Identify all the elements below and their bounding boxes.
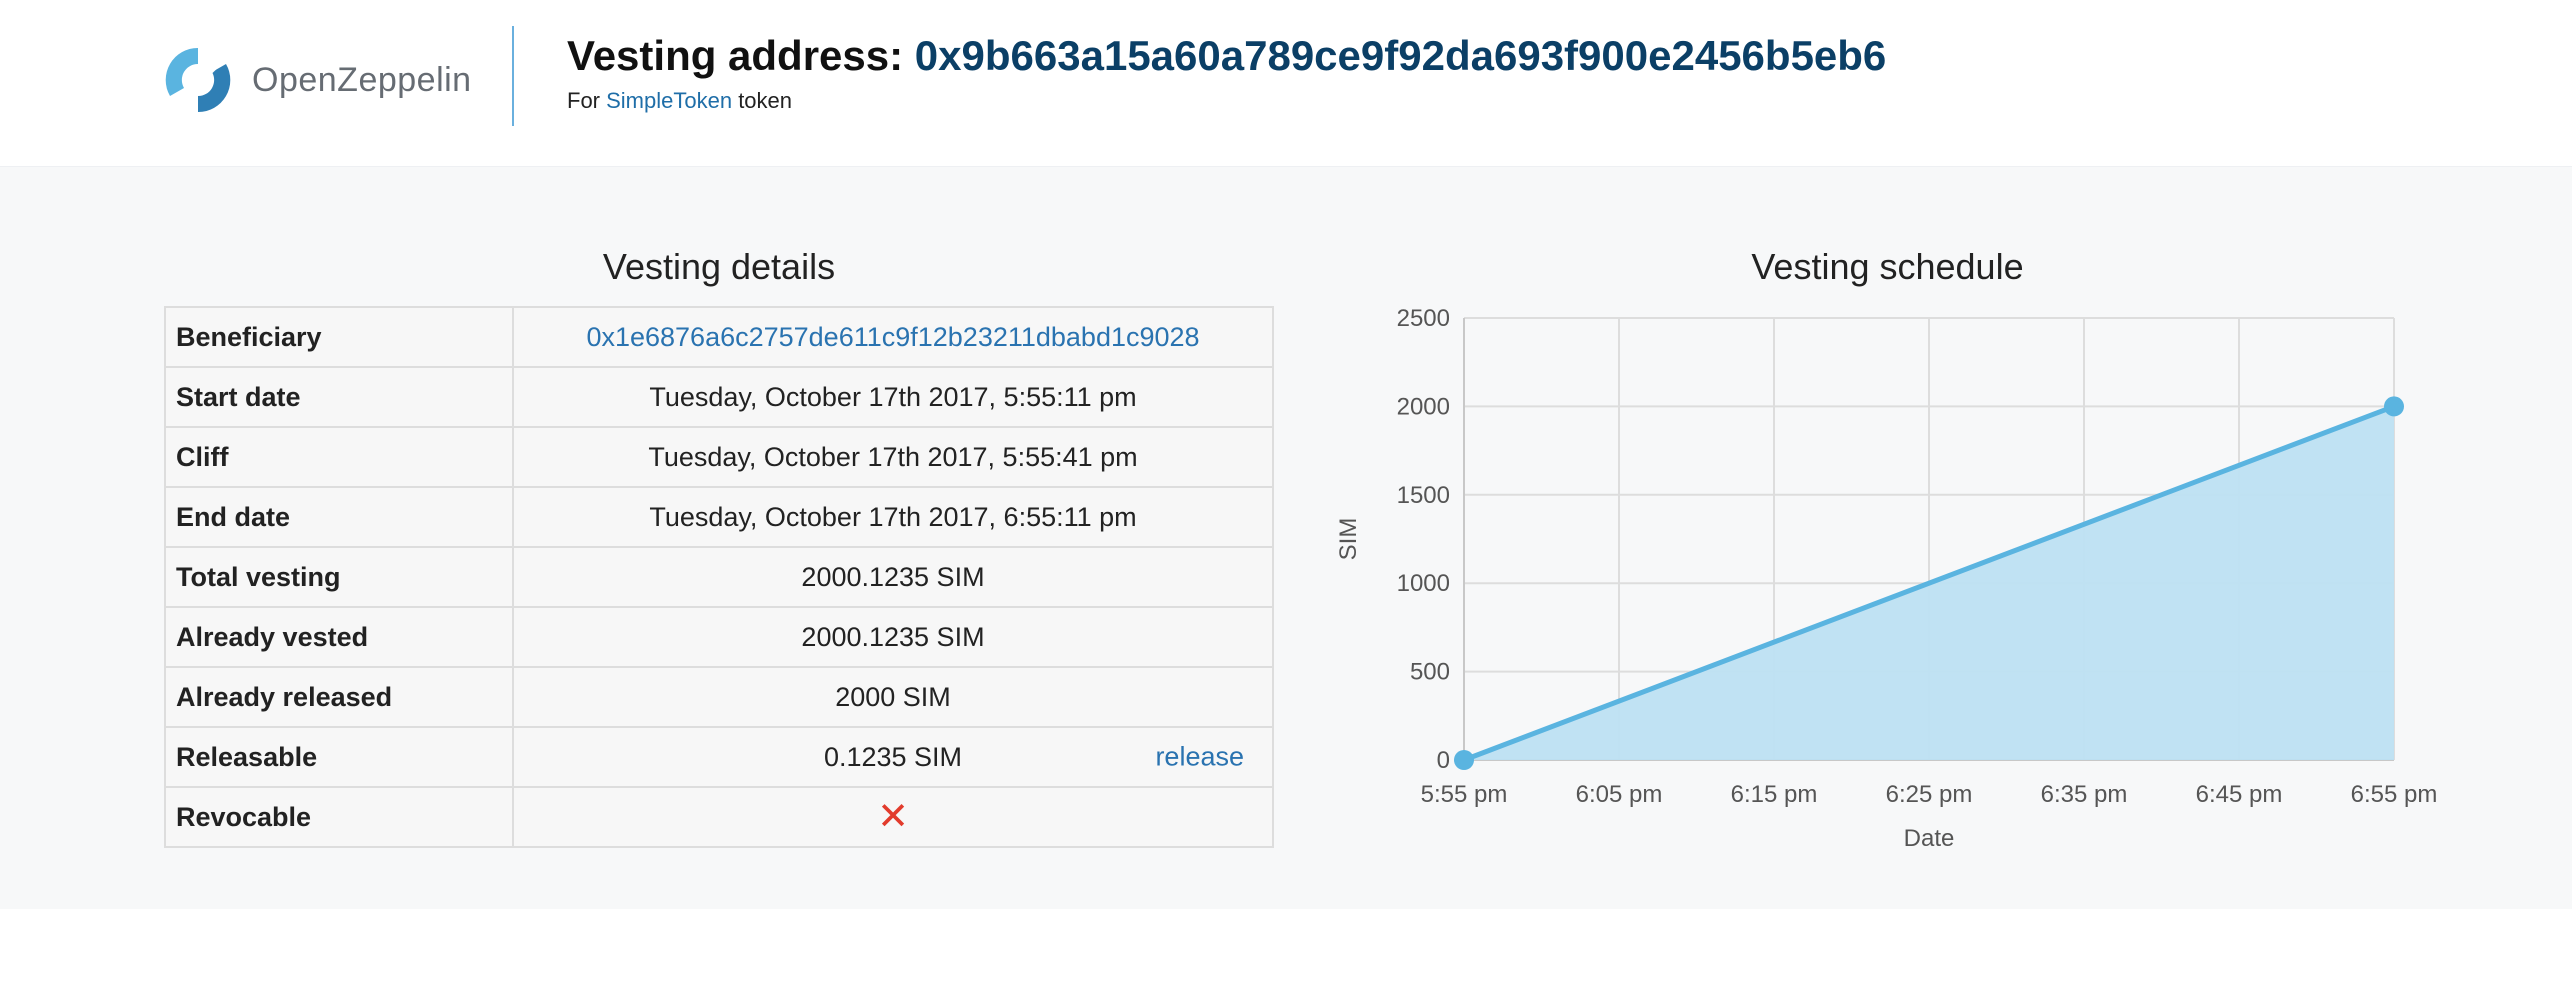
table-row-already-released: Already released 2000 SIM [164,666,1274,728]
vesting-schedule-title: Vesting schedule [1751,246,2024,287]
row-value: 0.1235 SIM release [512,726,1274,788]
openzeppelin-logo-icon [162,44,234,116]
table-row-beneficiary: Beneficiary 0x1e6876a6c2757de611c9f12b23… [164,306,1274,368]
x-tick-label: 6:35 pm [2041,781,2128,808]
row-value: 0x1e6876a6c2757de611c9f12b23211dbabd1c90… [512,306,1274,368]
title-prefix: Vesting address: [567,32,915,79]
table-row-cliff: Cliff Tuesday, October 17th 2017, 5:55:4… [164,426,1274,488]
row-label: Cliff [164,426,514,488]
row-label: Start date [164,366,514,428]
row-label: End date [164,486,514,548]
beneficiary-link[interactable]: 0x1e6876a6c2757de611c9f12b23211dbabd1c90… [586,322,1199,352]
y-tick-label: 0 [1437,747,1450,774]
x-axis-title: Date [1904,825,1955,852]
y-tick-label: 2500 [1397,305,1450,332]
x-tick-label: 6:25 pm [1886,781,1973,808]
data-point [1454,750,1474,770]
page-title: Vesting address: 0x9b663a15a60a789ce9f92… [567,32,1886,80]
row-value: 2000.1235 SIM [512,606,1274,668]
row-label: Releasable [164,726,514,788]
row-value: ✕ [512,786,1274,848]
table-row-releasable: Releasable 0.1235 SIM release [164,726,1274,788]
subtitle-prefix: For [567,88,607,113]
page-header: OpenZeppelin Vesting address: 0x9b663a15… [0,0,2572,167]
vesting-schedule-chart: 0 500 1000 1500 2000 2500 5:55 pm 6:05 pm 6:15 p… [1330,300,2460,865]
row-label: Already vested [164,606,514,668]
x-tick-label: 6:05 pm [1576,781,1663,808]
vesting-address: 0x9b663a15a60a789ce9f92da693f900e2456b5e… [914,32,1887,79]
table-row-start-date: Start date Tuesday, October 17th 2017, 5… [164,366,1274,428]
chart-svg: 0 500 1000 1500 2000 2500 5:55 pm 6:05 pm 6:15 p… [1335,305,2438,852]
release-button[interactable]: release [1155,742,1244,773]
table-row-already-vested: Already vested 2000.1235 SIM [164,606,1274,668]
row-label: Already released [164,666,514,728]
logo-text: OpenZeppelin [252,60,472,99]
not-revocable-icon: ✕ [877,796,909,838]
page-subtitle: For SimpleToken token [567,88,792,114]
row-label: Total vesting [164,546,514,608]
y-tick-label: 1500 [1397,482,1450,509]
header-divider [512,26,514,126]
x-tick-label: 6:55 pm [2351,781,2438,808]
y-tick-label: 2000 [1397,393,1450,420]
releasable-amount: 0.1235 SIM [823,741,963,772]
openzeppelin-logo[interactable]: OpenZeppelin [162,40,472,120]
data-point [2384,396,2404,417]
table-row-end-date: End date Tuesday, October 17th 2017, 6:5… [164,486,1274,548]
table-row-revocable: Revocable ✕ [164,786,1274,848]
row-label: Revocable [164,786,514,848]
subtitle-suffix: token [732,88,793,113]
token-link[interactable]: SimpleToken [606,88,732,113]
x-tick-label: 5:55 pm [1421,781,1508,808]
vesting-details-title: Vesting details [602,246,836,287]
row-value: 2000.1235 SIM [512,546,1274,608]
table-row-total-vesting: Total vesting 2000.1235 SIM [164,546,1274,608]
vesting-details-table: Beneficiary 0x1e6876a6c2757de611c9f12b23… [164,306,1274,848]
y-axis-title: SIM [1335,518,1362,561]
y-tick-label: 1000 [1397,570,1450,597]
row-value: Tuesday, October 17th 2017, 5:55:41 pm [512,426,1274,488]
x-tick-label: 6:15 pm [1731,781,1818,808]
row-value: Tuesday, October 17th 2017, 5:55:11 pm [512,366,1274,428]
row-label: Beneficiary [164,306,514,368]
row-value: 2000 SIM [512,666,1274,728]
row-value: Tuesday, October 17th 2017, 6:55:11 pm [512,486,1274,548]
y-tick-label: 500 [1410,659,1450,686]
x-tick-label: 6:45 pm [2196,781,2283,808]
